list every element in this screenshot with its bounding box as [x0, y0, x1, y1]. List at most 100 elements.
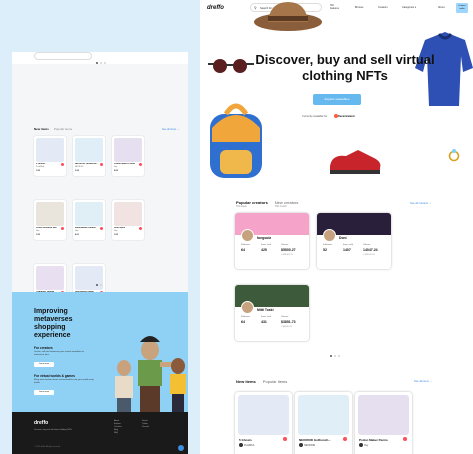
creator-card[interactable]: Doni Followers Items sold Volume 52 1407 14047…	[317, 213, 391, 269]
tab-popular-creators[interactable]: Popular creators This week	[236, 200, 268, 208]
items-sold-label: Items sold	[343, 244, 353, 246]
nav-categories[interactable]: Categories ▾	[402, 6, 416, 9]
hero-headline: Discover, buy and sell virtual clothing …	[255, 52, 435, 83]
item-name: Potion Maker Pemio	[359, 438, 388, 442]
items-tabs: New items Popular items	[236, 379, 287, 384]
item-creator: Hop	[114, 230, 118, 232]
heart-icon[interactable]	[343, 437, 347, 441]
decentraland-link[interactable]: Decentraland	[338, 115, 354, 118]
heart-icon[interactable]	[139, 163, 142, 166]
item-card[interactable]: NEOROID GoDrench... NEOROID 1.05	[73, 136, 105, 176]
hero-section: dreffo ⚲ Search for creators & wearables…	[200, 0, 473, 178]
creator-card[interactable]: fungoolz Followers Items sold Volume 64 425 $5…	[235, 213, 309, 269]
page-dot[interactable]	[100, 284, 102, 286]
item-image	[75, 138, 103, 162]
item-creator: PunkRKA	[244, 444, 255, 447]
ring-illustration	[448, 149, 460, 162]
nav-browse[interactable]: Browse	[355, 6, 363, 9]
tab-popular-items[interactable]: Popular items	[54, 127, 72, 131]
heart-icon[interactable]	[61, 163, 64, 166]
footer-logo[interactable]: dreffo	[34, 420, 48, 426]
item-card[interactable]: 5 Ghosts PunkRKA	[235, 392, 292, 454]
item-price: 0.01	[75, 234, 79, 236]
item-image	[298, 395, 349, 435]
creators-learn-more-button[interactable]: Learn more	[34, 362, 54, 367]
heart-icon[interactable]	[100, 163, 103, 166]
footer-link[interactable]: FAQ	[114, 432, 122, 435]
heart-icon[interactable]	[403, 437, 407, 441]
heart-icon[interactable]	[283, 437, 287, 441]
volume-value: 14047.24	[363, 248, 378, 252]
page-dot[interactable]	[330, 355, 332, 357]
volume-value: $3851.73	[281, 320, 296, 324]
discord-link[interactable]: Discord	[142, 426, 149, 429]
item-card[interactable]: Dino Mask Hop 1.05	[112, 200, 144, 240]
item-price: 0.62	[114, 170, 118, 172]
item-name: Punks Whitelist #42	[36, 227, 57, 229]
page-dot[interactable]	[334, 355, 336, 357]
item-creator: Hey	[364, 444, 369, 447]
tab-popular-items[interactable]: Popular items	[263, 379, 287, 384]
followers-value: 64	[241, 320, 245, 324]
creator-avatar	[239, 443, 243, 447]
avatar	[241, 301, 254, 314]
carousel-dot[interactable]	[104, 62, 106, 64]
connect-wallet-button[interactable]: Connect wallet	[456, 3, 468, 13]
item-name: Moonwalker Hoodie	[75, 227, 96, 229]
creator-card[interactable]: Mitti Toski Followers Items sold Volume 64 43…	[235, 285, 309, 341]
carousel-dots	[96, 62, 106, 64]
see-all-creators-link[interactable]: See all creators →	[410, 202, 431, 205]
item-creator: Hey	[114, 166, 118, 168]
chat-icon[interactable]	[178, 445, 184, 451]
heart-icon[interactable]	[139, 227, 142, 230]
creator-name: Doni	[339, 236, 347, 240]
copyright: © 2022 dreffo. All rights reserved	[34, 446, 61, 448]
hat-illustration	[254, 2, 322, 31]
sunglasses-illustration	[208, 59, 254, 73]
tab-new-creators[interactable]: New creators This month	[275, 200, 299, 208]
heart-icon[interactable]	[100, 227, 103, 230]
mobile-mockup: New items Popular items See all items → …	[12, 52, 188, 454]
followers-value: 52	[323, 248, 327, 252]
mobile-card-pill	[34, 52, 92, 60]
heart-icon[interactable]	[61, 227, 64, 230]
item-image	[36, 266, 64, 290]
page-dot[interactable]	[338, 355, 340, 357]
item-creator: Hop	[75, 230, 79, 232]
tab-new-items[interactable]: New items	[34, 127, 49, 131]
followers-label: Followers	[241, 244, 251, 246]
nav-hot-features[interactable]: Hot features	[330, 4, 340, 10]
item-card[interactable]: Moonwalker Hoodie Hop 0.01	[73, 200, 105, 240]
explore-wearables-button[interactable]: Explore wearables	[313, 94, 361, 105]
desktop-mockup: dreffo ⚲ Search for creators & wearables…	[200, 0, 473, 454]
item-card[interactable]: Potion Maker Pemio Hey 0.62	[112, 136, 144, 176]
footer-links-col: About Explore Creators Blog FAQ	[114, 420, 122, 435]
nav-creators[interactable]: Creators	[378, 6, 388, 9]
promo-section: Improving metaverses shopping experience…	[12, 292, 188, 412]
item-card[interactable]: 5 Ghosts PunkRKA 1.05	[34, 136, 66, 176]
worlds-learn-more-button[interactable]: Learn more	[34, 390, 54, 395]
tab-new-items[interactable]: New items	[236, 379, 256, 384]
for-worlds-desc: Bring more fashion items and wearables i…	[34, 379, 94, 384]
page-dot[interactable]	[96, 284, 98, 286]
item-card[interactable]: NEOROID GoDrench... NEOROID	[295, 392, 352, 454]
logo[interactable]: dreffo	[207, 5, 224, 11]
sneaker-illustration	[330, 150, 381, 174]
carousel-dot[interactable]	[100, 62, 102, 64]
footer-social-col: Social Twitter Discord	[142, 420, 149, 429]
item-card[interactable]: Potion Maker Pemio Hey	[355, 392, 412, 454]
creator-name: Mitti Toski	[257, 308, 274, 312]
item-name: Potion Maker Pemio	[114, 163, 135, 165]
item-card[interactable]: Punks Whitelist #42 Hop 1.05	[34, 200, 66, 240]
available-on-label: Currently available for	[302, 115, 328, 118]
volume-value: $5500.27	[281, 248, 296, 252]
item-name: 5 Ghosts	[36, 163, 46, 165]
mobile-footer: dreffo Discover, buy and sell virtual cl…	[12, 412, 188, 454]
see-all-items-link[interactable]: See all items →	[414, 380, 432, 383]
item-image	[75, 202, 103, 226]
carousel-dot[interactable]	[96, 62, 98, 64]
see-all-items-link[interactable]: See all items →	[162, 128, 180, 131]
for-creators-desc: Create, sell and showcase your virtual w…	[34, 351, 84, 356]
item-creator: Hop	[36, 230, 40, 232]
nav-about[interactable]: About	[438, 6, 445, 9]
